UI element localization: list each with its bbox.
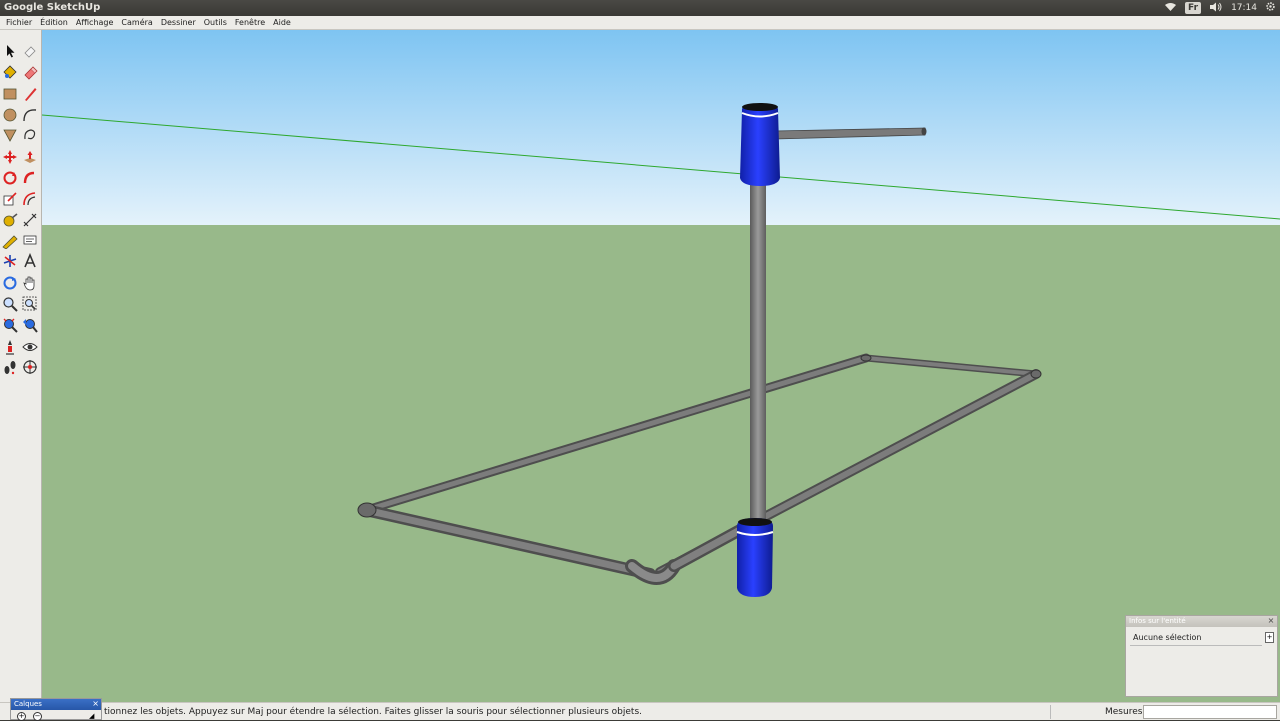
- menu-bar: Fichier Édition Affichage Caméra Dessine…: [0, 16, 1280, 30]
- erase-tool-icon[interactable]: [21, 63, 39, 81]
- position-camera-tool-icon[interactable]: [1, 338, 19, 356]
- system-tray: Fr 17:14: [1164, 1, 1276, 15]
- layers-title: Calques ×: [11, 699, 101, 710]
- orbit-tool-icon[interactable]: [1, 274, 19, 292]
- previous-view-tool-icon[interactable]: [21, 316, 39, 334]
- offset-tool-icon[interactable]: [21, 190, 39, 208]
- layers-panel: Calques × + − ◢: [10, 698, 102, 721]
- modeling-viewport[interactable]: [42, 30, 1280, 702]
- scene-canvas[interactable]: [42, 30, 1280, 702]
- eraser-tool-icon[interactable]: [21, 42, 39, 60]
- paint-bucket-tool-icon[interactable]: [1, 63, 19, 81]
- menu-affichage[interactable]: Affichage: [72, 18, 118, 27]
- zoom-tool-icon[interactable]: [1, 295, 19, 313]
- rotate-tool-icon[interactable]: [1, 169, 19, 187]
- select-tool-icon[interactable]: [1, 42, 19, 60]
- look-around-tool-icon[interactable]: [21, 338, 39, 356]
- move-tool-icon[interactable]: [1, 148, 19, 166]
- axes-tool-icon[interactable]: [1, 252, 19, 270]
- section-plane-tool-icon[interactable]: [21, 358, 39, 376]
- tape-measure-tool-icon[interactable]: [1, 211, 19, 229]
- scale-tool-icon[interactable]: [1, 190, 19, 208]
- arc-tool-icon[interactable]: [21, 106, 39, 124]
- divider: [1050, 705, 1051, 719]
- clock[interactable]: 17:14: [1231, 3, 1257, 13]
- wifi-icon[interactable]: [1164, 2, 1177, 15]
- text-tool-icon[interactable]: [21, 232, 39, 250]
- vertical-pipe[interactable]: [750, 180, 766, 525]
- entity-info-title-text: Infos sur l'entité: [1129, 617, 1186, 625]
- system-top-bar: Google SketchUp Fr 17:14: [0, 0, 1280, 16]
- expand-icon[interactable]: +: [1265, 632, 1274, 643]
- sky: [42, 30, 1280, 225]
- gear-icon[interactable]: [1265, 1, 1276, 15]
- menu-fenetre[interactable]: Fenêtre: [231, 18, 269, 27]
- menu-edition[interactable]: Édition: [36, 18, 72, 27]
- zoom-extents-tool-icon[interactable]: [1, 316, 19, 334]
- menu-fichier[interactable]: Fichier: [2, 18, 36, 27]
- measures-label: Mesures: [1105, 707, 1143, 717]
- status-message: tionnez les objets. Appuyez sur Maj pour…: [104, 707, 643, 717]
- divider: [1130, 645, 1262, 646]
- protractor-tool-icon[interactable]: [1, 232, 19, 250]
- entity-info-panel: Infos sur l'entité × Aucune sélection +: [1125, 615, 1278, 697]
- close-icon[interactable]: ×: [1267, 616, 1275, 626]
- volume-icon[interactable]: [1209, 2, 1223, 15]
- rectangle-tool-icon[interactable]: [1, 85, 19, 103]
- keyboard-layout-indicator[interactable]: Fr: [1185, 2, 1202, 14]
- pan-tool-icon[interactable]: [21, 274, 39, 292]
- polygon-tool-icon[interactable]: [1, 126, 19, 144]
- tool-palette: [0, 30, 42, 702]
- circle-tool-icon[interactable]: [1, 106, 19, 124]
- zoom-window-tool-icon[interactable]: [21, 295, 39, 313]
- dimension-tool-icon[interactable]: [21, 211, 39, 229]
- entity-selection-text: Aucune sélection: [1133, 633, 1202, 642]
- status-bar: tionnez les objets. Appuyez sur Maj pour…: [0, 702, 1280, 720]
- menu-aide[interactable]: Aide: [269, 18, 295, 27]
- push-pull-tool-icon[interactable]: [21, 148, 39, 166]
- entity-info-title: Infos sur l'entité ×: [1126, 616, 1277, 627]
- menu-outils[interactable]: Outils: [200, 18, 231, 27]
- 3d-text-tool-icon[interactable]: [21, 252, 39, 270]
- freehand-tool-icon[interactable]: [21, 126, 39, 144]
- layers-title-text: Calques: [14, 700, 42, 708]
- pencil-tool-icon[interactable]: [21, 85, 39, 103]
- close-icon[interactable]: ×: [92, 699, 99, 709]
- bottom-barrel[interactable]: [736, 518, 774, 597]
- ground: [42, 225, 1280, 702]
- measures-input[interactable]: [1143, 705, 1277, 719]
- follow-me-tool-icon[interactable]: [21, 169, 39, 187]
- walk-tool-icon[interactable]: [1, 358, 19, 376]
- app-title: Google SketchUp: [4, 2, 101, 13]
- menu-dessiner[interactable]: Dessiner: [157, 18, 200, 27]
- menu-camera[interactable]: Caméra: [117, 18, 156, 27]
- top-barrel[interactable]: [740, 103, 780, 186]
